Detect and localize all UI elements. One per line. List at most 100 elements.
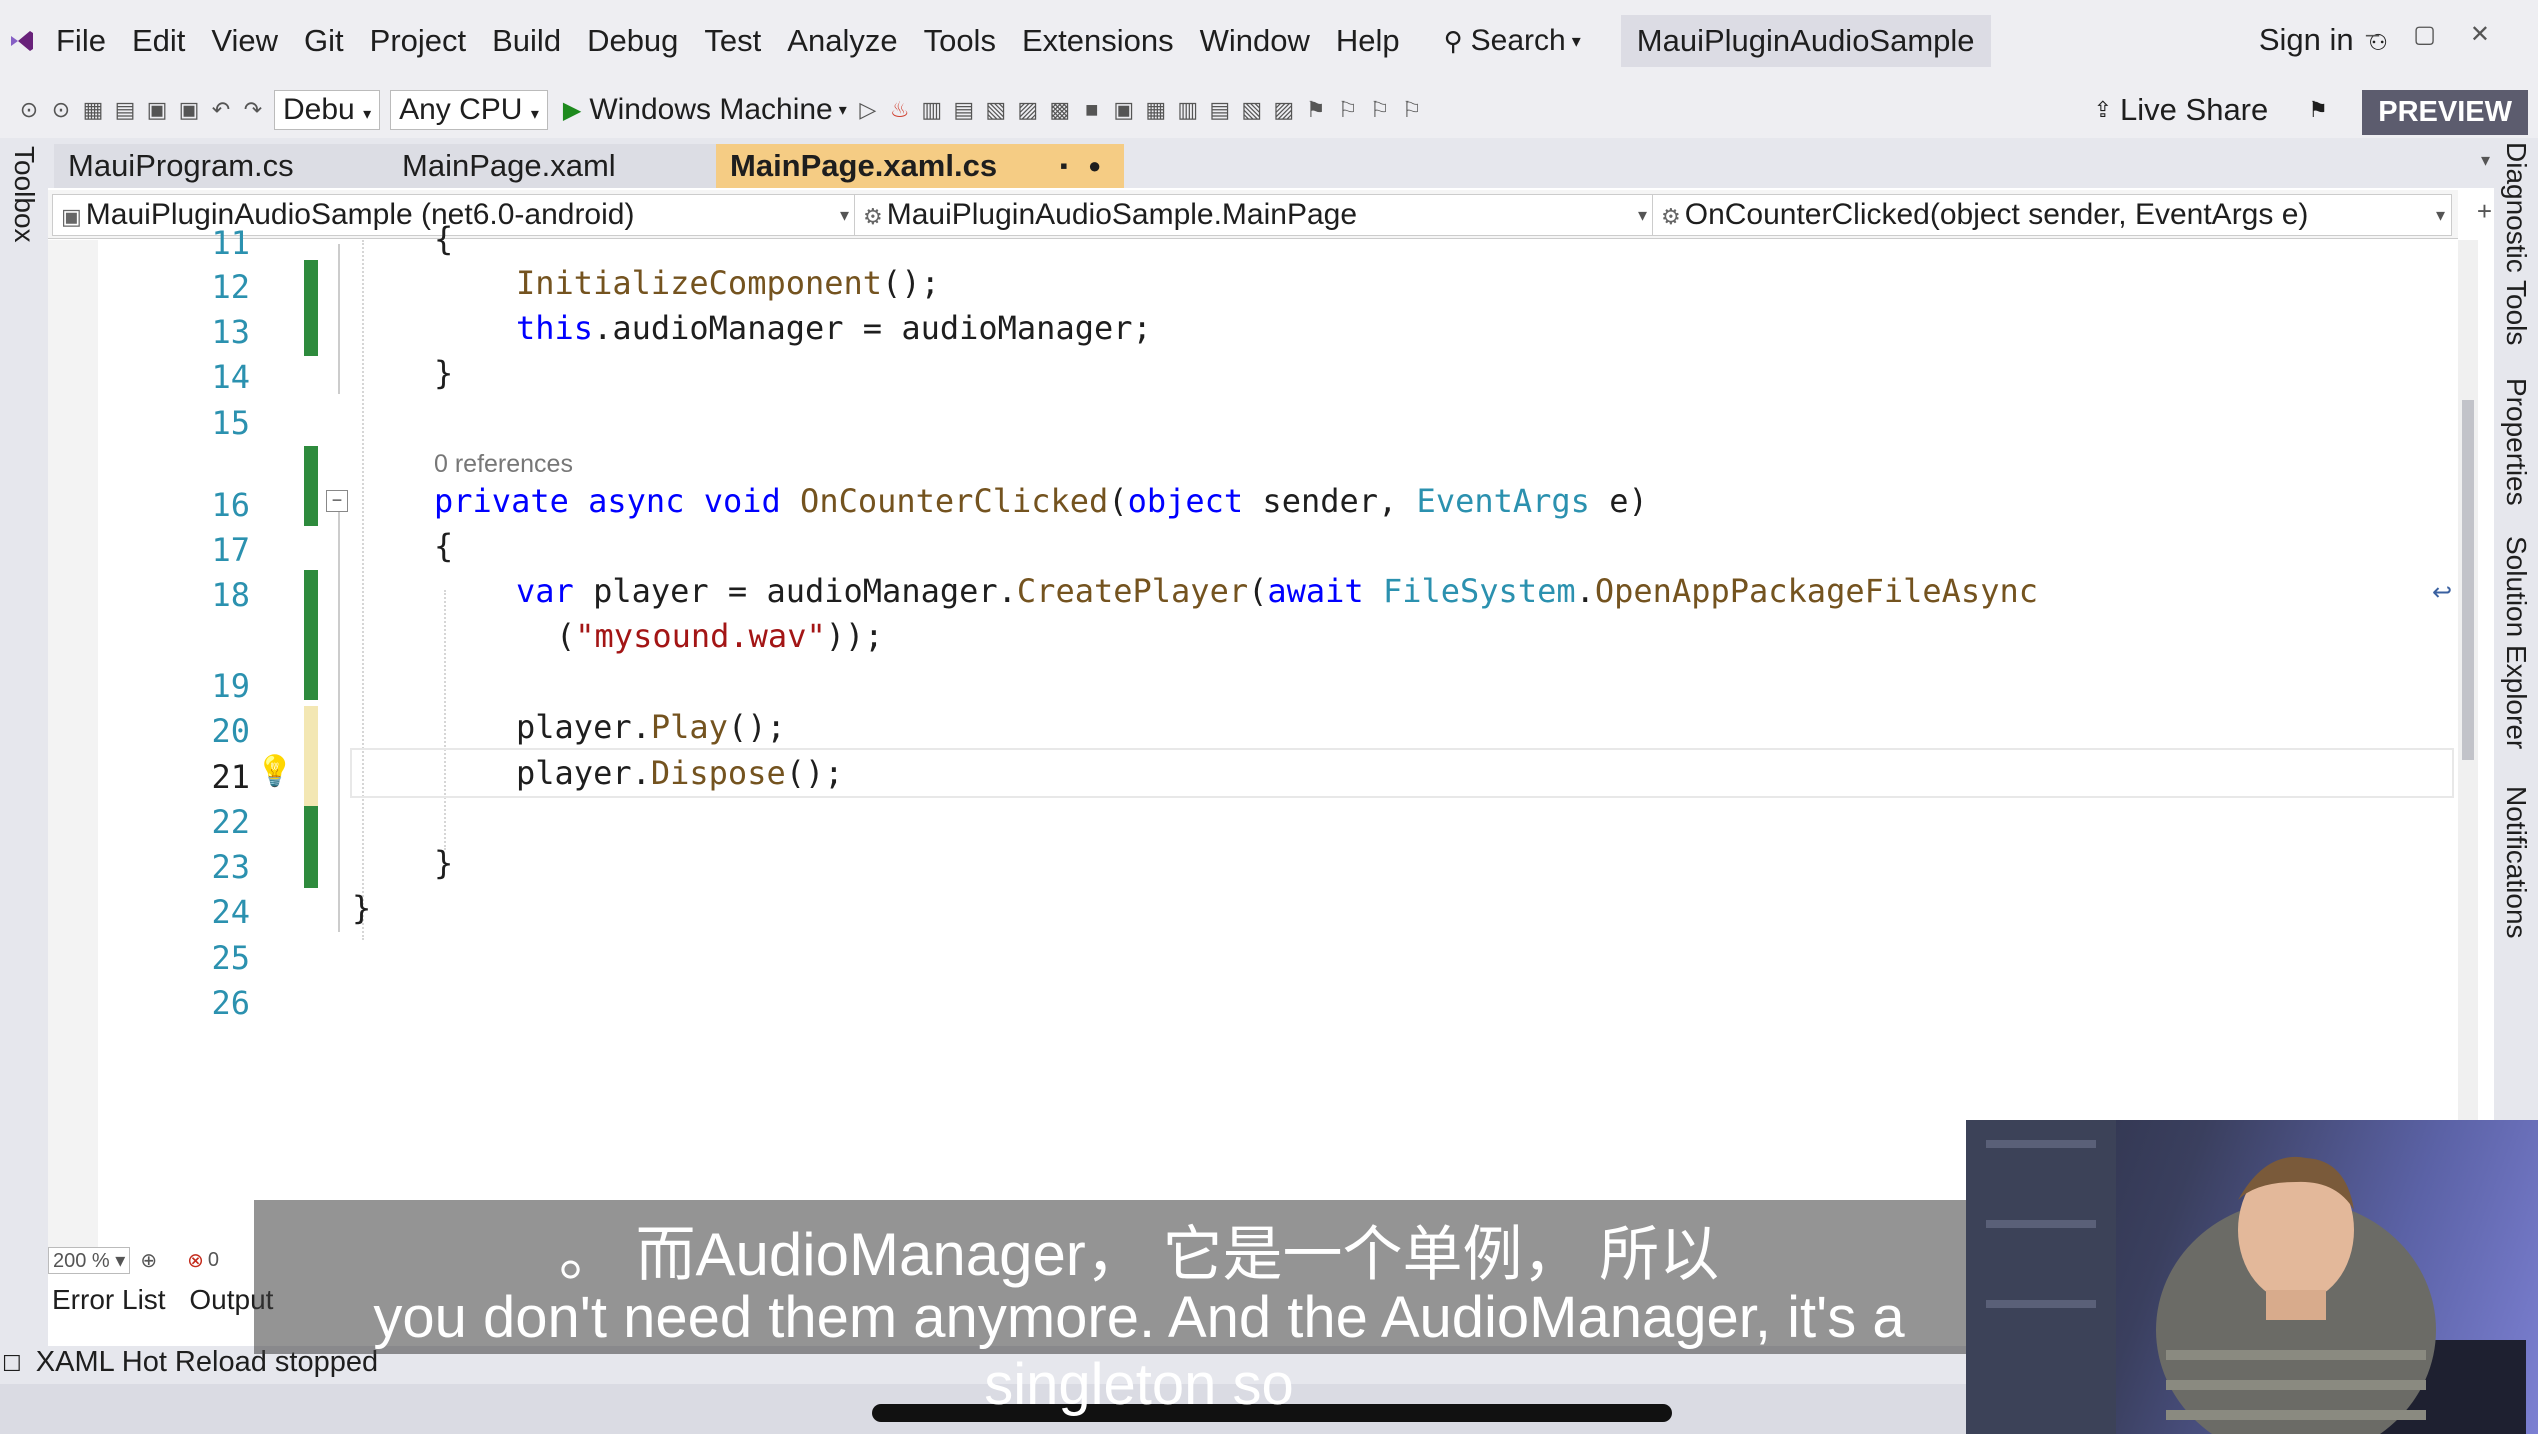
word-wrap-icon: ↩ [2432, 579, 2453, 606]
chevron-down-icon: ▾ [530, 106, 539, 123]
lightbulb-icon[interactable]: 💡 [256, 754, 293, 789]
toolbar-icon-9[interactable]: ▥ [1177, 99, 1199, 121]
tab-mainpage-xaml[interactable]: MainPage.xaml [388, 144, 718, 188]
menu-test[interactable]: Test [704, 23, 761, 59]
line-number: 23 [211, 848, 250, 886]
preview-badge[interactable]: PREVIEW [2362, 90, 2528, 135]
change-marker [304, 260, 318, 356]
tab-label: MainPage.xaml [402, 148, 616, 183]
indent-guide [362, 240, 364, 940]
toolbar-icon-1[interactable]: ▥ [921, 99, 943, 121]
menu-window[interactable]: Window [1200, 23, 1310, 59]
menu-tools[interactable]: Tools [924, 23, 996, 59]
menu-view[interactable]: View [211, 23, 278, 59]
save-icon[interactable]: ▣ [146, 99, 168, 121]
toolbox-tab[interactable]: Toolbox [8, 146, 40, 243]
toolbar-icon-10[interactable]: ▤ [1209, 99, 1231, 121]
visual-studio-logo-icon[interactable] [8, 27, 36, 55]
toolbar-icon-7[interactable]: ▣ [1113, 99, 1135, 121]
notifications-tab[interactable]: Notifications [2500, 786, 2532, 939]
codelens-references[interactable]: 0 references [434, 450, 573, 479]
split-editor-icon[interactable]: + [2477, 196, 2492, 227]
menu-help[interactable]: Help [1336, 23, 1400, 59]
line-number: 18 [211, 576, 250, 614]
toolbar-icon-12[interactable]: ▨ [1273, 99, 1295, 121]
member-value: OnCounterClicked(object sender, EventArg… [1684, 198, 2309, 231]
toolbar-icon-5[interactable]: ▩ [1049, 99, 1071, 121]
chevron-down-icon: ▾ [1571, 30, 1581, 51]
save-all-icon[interactable]: ▣ [178, 99, 200, 121]
toolbar-icon-11[interactable]: ▧ [1241, 99, 1263, 121]
change-marker [304, 806, 318, 888]
open-icon[interactable]: ▤ [114, 99, 136, 121]
code-line: } [434, 844, 454, 882]
bookmark-next-icon[interactable]: ⚐ [1369, 99, 1391, 121]
chevron-down-icon: ▾ [363, 106, 372, 123]
diagnostic-tools-tab[interactable]: Diagnostic Tools [2500, 142, 2532, 345]
unsaved-dot-icon: ● [1088, 153, 1102, 178]
menu-edit[interactable]: Edit [132, 23, 185, 59]
menu-file[interactable]: File [56, 23, 106, 59]
start-without-debug-icon[interactable]: ▷ [857, 99, 879, 121]
new-project-icon[interactable]: ▦ [82, 99, 104, 121]
error-icon[interactable]: ⊗ [187, 1248, 204, 1273]
navigation-bar: ▣ MauiPluginAudioSample (net6.0-android) … [48, 190, 2492, 239]
chevron-down-icon: ▾ [839, 205, 849, 225]
configuration-dropdown[interactable]: Debu ▾ [274, 90, 381, 130]
solution-explorer-tab[interactable]: Solution Explorer [2500, 536, 2532, 749]
code-line: InitializeComponent(); [516, 264, 940, 302]
live-share-button[interactable]: ⇪ Live Share ⚑ [2094, 82, 2328, 138]
platform-dropdown[interactable]: Any CPU ▾ [390, 90, 548, 130]
pin-icon[interactable]: ▪ [1060, 144, 1068, 188]
scrollbar-thumb[interactable] [2462, 400, 2474, 760]
line-number: 16 [211, 486, 250, 524]
member-dropdown[interactable]: ⚙ OnCounterClicked(object sender, EventAr… [1652, 194, 2452, 236]
tab-mauiprogram-cs[interactable]: MauiProgram.cs [54, 144, 388, 188]
bookmark-icon[interactable]: ⚑ [1305, 99, 1327, 121]
back-icon[interactable]: ⊙ [18, 99, 40, 121]
toolbar-icon-8[interactable]: ▦ [1145, 99, 1167, 121]
hot-reload-status-icon: ☐ [2, 1351, 22, 1376]
menu-extensions[interactable]: Extensions [1022, 23, 1174, 59]
code-line: } [352, 889, 372, 927]
redo-icon[interactable]: ↷ [242, 99, 264, 121]
error-list-tab[interactable]: Error List [52, 1284, 166, 1315]
hot-reload-icon[interactable]: ♨ [889, 99, 911, 121]
undo-icon[interactable]: ↶ [210, 99, 232, 121]
code-line: var player = audioManager.CreatePlayer(a… [516, 572, 2038, 610]
menu-build[interactable]: Build [492, 23, 561, 59]
run-button[interactable]: ▶ Windows Machine ▾ [563, 93, 847, 127]
bookmark-prev-icon[interactable]: ⚐ [1337, 99, 1359, 121]
code-line: private async void OnCounterClicked(obje… [434, 482, 1648, 520]
toolbar-icon-4[interactable]: ▨ [1017, 99, 1039, 121]
indent-guide [444, 590, 446, 850]
tab-overflow-icon[interactable]: ▾ [2481, 150, 2490, 171]
tab-mainpage-xaml-cs[interactable]: MainPage.xaml.cs ▪ ● [716, 144, 1124, 188]
class-icon: ⚙ [863, 204, 883, 229]
forward-icon[interactable]: ⊙ [50, 99, 72, 121]
menu-analyze[interactable]: Analyze [787, 23, 897, 59]
toolbar-icon-3[interactable]: ▧ [985, 99, 1007, 121]
line-number: 12 [211, 268, 250, 306]
minimize-icon[interactable]: – [2366, 21, 2413, 48]
toolbar-icon-2[interactable]: ▤ [953, 99, 975, 121]
configuration-value: Debu [283, 93, 355, 126]
search-button[interactable]: ⚲ Search ▾ [1444, 24, 1581, 58]
method-icon: ⚙ [1661, 204, 1681, 229]
run-target-label: Windows Machine [589, 93, 833, 126]
feedback-icon[interactable]: ⚑ [2308, 97, 2328, 123]
toolbar-icon-6[interactable]: ■ [1081, 99, 1103, 121]
toolbar: ⊙ ⊙ ▦ ▤ ▣ ▣ ↶ ↷ Debu ▾ Any CPU ▾ ▶ Windo… [0, 82, 2538, 138]
close-icon[interactable]: ✕ [2470, 21, 2524, 48]
line-number: 15 [211, 404, 250, 442]
type-dropdown[interactable]: ⚙ MauiPluginAudioSample.MainPage ▾ [854, 194, 1654, 236]
zoom-dropdown[interactable]: 200 % ▾ [48, 1246, 131, 1274]
collapse-toggle-icon[interactable]: − [326, 490, 348, 512]
menu-debug[interactable]: Debug [587, 23, 678, 59]
code-line: player.Dispose(); [516, 754, 844, 792]
bookmark-clear-icon[interactable]: ⚐ [1401, 99, 1423, 121]
menu-project[interactable]: Project [370, 23, 466, 59]
properties-tab[interactable]: Properties [2500, 378, 2532, 506]
menu-git[interactable]: Git [304, 23, 344, 59]
restore-icon[interactable]: ▢ [2413, 21, 2470, 48]
